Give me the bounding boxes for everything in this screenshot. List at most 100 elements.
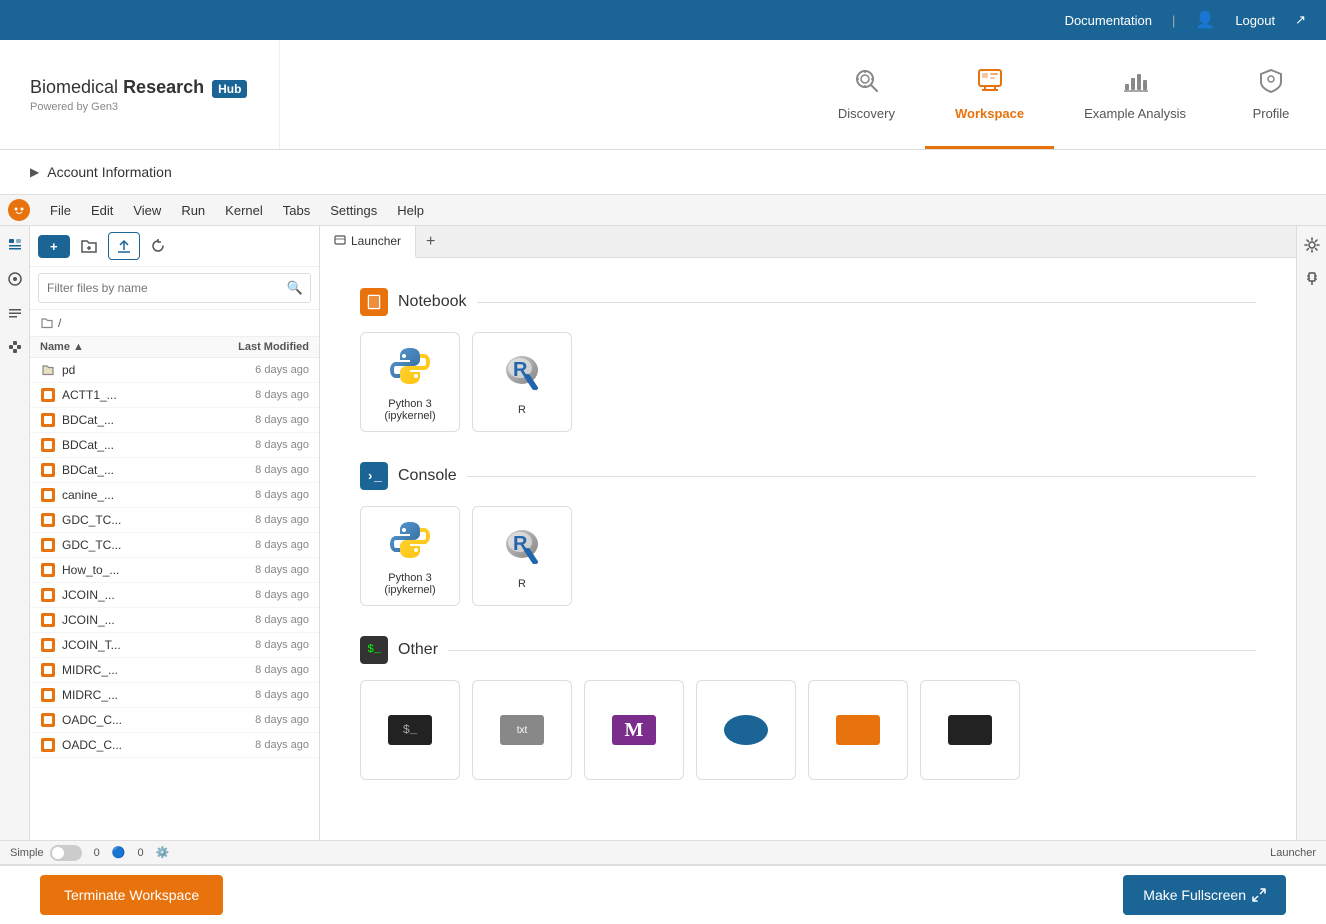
notebook-section: Notebook: [360, 288, 1256, 432]
markdown-item[interactable]: M: [584, 680, 684, 780]
extension-item[interactable]: [920, 680, 1020, 780]
python3-notebook-item[interactable]: Python 3(ipykernel): [360, 332, 460, 432]
profile-icon: [1257, 66, 1285, 100]
notebook-icon: [40, 637, 56, 653]
notebook-icon: [40, 437, 56, 453]
search-icon: 🔍: [287, 280, 303, 296]
upload-button[interactable]: [108, 232, 140, 260]
menu-tabs[interactable]: Tabs: [275, 200, 318, 221]
file-item[interactable]: BDCat_...8 days ago: [30, 458, 319, 483]
file-item[interactable]: JCOIN_T...8 days ago: [30, 633, 319, 658]
file-item[interactable]: MIDRC_...8 days ago: [30, 683, 319, 708]
file-item[interactable]: pd6 days ago: [30, 358, 319, 383]
file-panel: +: [30, 226, 320, 840]
file-item[interactable]: JCOIN_...8 days ago: [30, 608, 319, 633]
right-sidebar: [1296, 226, 1326, 840]
notebook-icon: [40, 562, 56, 578]
status-icon: 🔵: [112, 846, 126, 859]
textfile-item[interactable]: txt: [472, 680, 572, 780]
launcher-tab-label: Launcher: [351, 234, 401, 248]
new-file-button[interactable]: +: [38, 235, 70, 258]
textfile-icon: txt: [498, 706, 546, 754]
sidebar-commands-icon[interactable]: [4, 302, 26, 324]
left-sidebar: [0, 226, 30, 840]
search-box: 🔍: [30, 267, 319, 310]
sidebar-running-icon[interactable]: [4, 268, 26, 290]
fullscreen-label: Make Fullscreen: [1143, 887, 1246, 903]
debug-icon[interactable]: [1301, 268, 1323, 290]
refresh-button[interactable]: [144, 234, 172, 258]
terminal-item[interactable]: $_: [360, 680, 460, 780]
r-console-label: R: [518, 578, 526, 590]
menu-edit[interactable]: Edit: [83, 200, 121, 221]
file-item[interactable]: canine_...8 days ago: [30, 483, 319, 508]
settings-icon[interactable]: [1301, 234, 1323, 256]
account-info-bar[interactable]: ▶ Account Information: [0, 150, 1326, 195]
other-items: $_ txt M: [360, 680, 1256, 780]
launcher-tab[interactable]: Launcher: [320, 226, 416, 258]
file-item[interactable]: OADC_C...8 days ago: [30, 708, 319, 733]
notebook-icon: [40, 587, 56, 603]
documentation-link[interactable]: Documentation: [1065, 13, 1152, 28]
terminate-button[interactable]: Terminate Workspace: [40, 875, 223, 915]
logout-link[interactable]: Logout: [1235, 13, 1275, 28]
menu-settings[interactable]: Settings: [322, 200, 385, 221]
toggle-switch[interactable]: [50, 845, 82, 861]
editor-area: Launcher + Notebook: [320, 226, 1296, 840]
other-section-icon: $_: [360, 636, 388, 664]
menu-view[interactable]: View: [125, 200, 169, 221]
notebook-icon: [40, 712, 56, 728]
fullscreen-button[interactable]: Make Fullscreen: [1123, 875, 1286, 915]
sidebar-extensions-icon[interactable]: [4, 336, 26, 358]
other-section: $_ Other $_ txt: [360, 636, 1256, 780]
search-input[interactable]: [38, 273, 311, 303]
notebook-section-label: Notebook: [398, 293, 467, 311]
workspace-icon: [976, 66, 1004, 100]
file-item[interactable]: OADC_C...8 days ago: [30, 733, 319, 758]
python3-console-item[interactable]: Python 3(ipykernel): [360, 506, 460, 606]
new-tab-button[interactable]: +: [416, 227, 445, 257]
file-table-header: Name ▲ Last Modified: [30, 337, 319, 358]
top-bar: Documentation | 👤 Logout ↗: [0, 0, 1326, 40]
other-section-label: Other: [398, 641, 438, 659]
nav-tabs: Discovery Workspace: [808, 40, 1326, 149]
simple-toggle[interactable]: Simple: [10, 845, 82, 861]
example-analysis-icon: [1121, 66, 1149, 100]
tab-discovery[interactable]: Discovery: [808, 40, 925, 149]
count-indicator: 0: [137, 847, 143, 859]
python3-icon: [386, 342, 434, 390]
jupyter-container: File Edit View Run Kernel Tabs Settings …: [0, 195, 1326, 864]
tab-profile[interactable]: Profile: [1216, 40, 1326, 149]
notebook-icon: [40, 737, 56, 753]
menu-run[interactable]: Run: [173, 200, 213, 221]
file-item[interactable]: ACTT1_...8 days ago: [30, 383, 319, 408]
menu-help[interactable]: Help: [389, 200, 432, 221]
debugger-item[interactable]: [808, 680, 908, 780]
file-item[interactable]: BDCat_...8 days ago: [30, 433, 319, 458]
r-icon: R: [498, 348, 546, 396]
r-console-item[interactable]: R R: [472, 506, 572, 606]
file-path-label: /: [58, 316, 61, 330]
tab-workspace[interactable]: Workspace: [925, 40, 1054, 149]
notebook-icon: [40, 512, 56, 528]
menu-kernel[interactable]: Kernel: [217, 200, 271, 221]
file-item[interactable]: JCOIN_...8 days ago: [30, 583, 319, 608]
notebook-icon: [40, 487, 56, 503]
terminal-icon: $_: [386, 706, 434, 754]
col-name-header[interactable]: Name ▲: [40, 341, 219, 353]
new-folder-button[interactable]: [74, 233, 104, 259]
account-chevron-icon: ▶: [30, 165, 39, 179]
r-notebook-item[interactable]: R R: [472, 332, 572, 432]
file-item[interactable]: How_to_...8 days ago: [30, 558, 319, 583]
file-item[interactable]: GDC_TC...8 days ago: [30, 533, 319, 558]
file-item[interactable]: MIDRC_...8 days ago: [30, 658, 319, 683]
contexthelp-item[interactable]: [696, 680, 796, 780]
console-items: Python 3(ipykernel): [360, 506, 1256, 606]
tab-workspace-label: Workspace: [955, 106, 1024, 121]
menu-file[interactable]: File: [42, 200, 79, 221]
file-item[interactable]: BDCat_...8 days ago: [30, 408, 319, 433]
file-item[interactable]: GDC_TC...8 days ago: [30, 508, 319, 533]
sidebar-files-icon[interactable]: [4, 234, 26, 256]
tab-example-analysis[interactable]: Example Analysis: [1054, 40, 1216, 149]
simple-label: Simple: [10, 847, 44, 859]
